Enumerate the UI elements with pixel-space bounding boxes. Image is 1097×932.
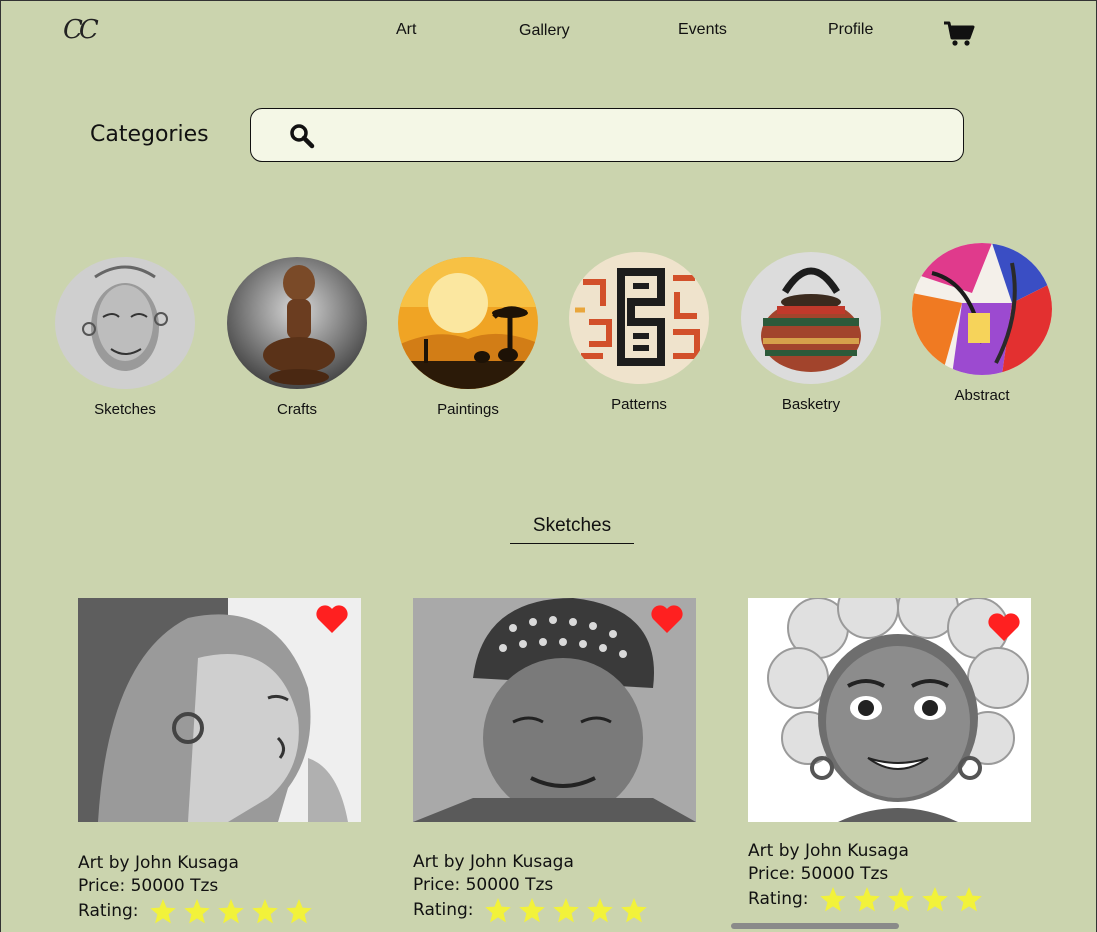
heart-icon[interactable] — [987, 612, 1021, 642]
rating-label: Rating: — [748, 888, 809, 909]
rating: Rating: — [78, 898, 361, 924]
category-image-abstract[interactable] — [912, 243, 1052, 375]
star-icon[interactable] — [183, 898, 211, 924]
category-image-crafts[interactable] — [227, 257, 367, 389]
star-icon[interactable] — [518, 897, 546, 923]
star-icon[interactable] — [552, 897, 580, 923]
artwork-image[interactable] — [78, 598, 361, 822]
category-abstract[interactable]: Abstract — [912, 243, 1052, 404]
artwork-card[interactable]: Art by John Kusaga Price: 50000 Tzs Rati… — [413, 598, 696, 923]
logo[interactable]: CC — [63, 15, 99, 45]
star-rating[interactable] — [819, 886, 983, 912]
search-bar[interactable] — [250, 108, 964, 162]
star-icon[interactable] — [853, 886, 881, 912]
category-label: Patterns — [611, 396, 667, 413]
star-rating[interactable] — [484, 897, 648, 923]
price: Price: 50000 Tzs — [413, 875, 554, 895]
category-paintings[interactable]: Paintings — [398, 257, 538, 418]
category-image-basketry[interactable] — [741, 252, 881, 384]
search-input[interactable] — [331, 119, 945, 151]
star-icon[interactable] — [921, 886, 949, 912]
heart-icon[interactable] — [650, 604, 684, 634]
star-icon[interactable] — [887, 886, 915, 912]
category-label: Abstract — [954, 387, 1010, 404]
star-icon[interactable] — [586, 897, 614, 923]
star-icon[interactable] — [955, 886, 983, 912]
categories-title: Categories — [90, 122, 209, 147]
star-icon[interactable] — [149, 898, 177, 924]
category-crafts[interactable]: Crafts — [227, 257, 367, 418]
star-icon[interactable] — [217, 898, 245, 924]
nav-gallery[interactable]: Gallery — [519, 22, 570, 40]
category-image-patterns[interactable] — [569, 252, 709, 384]
artist-name: Art by John Kusaga — [413, 852, 574, 872]
section-title: Sketches — [510, 515, 634, 544]
artist-name: Art by John Kusaga — [748, 841, 909, 861]
search-icon[interactable] — [289, 123, 315, 149]
artwork-image[interactable] — [748, 598, 1031, 822]
nav-events[interactable]: Events — [678, 21, 727, 39]
star-icon[interactable] — [819, 886, 847, 912]
nav-profile[interactable]: Profile — [828, 21, 873, 39]
rating-label: Rating: — [413, 899, 474, 920]
category-image-sketches[interactable] — [55, 257, 195, 389]
artwork-card[interactable]: Art by John Kusaga Price: 50000 Tzs Rati… — [748, 598, 1031, 912]
rating: Rating: — [748, 886, 1031, 912]
price: Price: 50000 Tzs — [748, 864, 889, 884]
horizontal-scrollbar[interactable] — [731, 923, 899, 929]
category-basketry[interactable]: Basketry — [741, 252, 881, 413]
cart-icon[interactable] — [943, 21, 975, 47]
star-icon[interactable] — [484, 897, 512, 923]
artwork-card[interactable]: Art by John Kusaga Price: 50000 Tzs Rati… — [78, 598, 361, 924]
artwork-image[interactable] — [413, 598, 696, 822]
star-rating[interactable] — [149, 898, 313, 924]
category-sketches[interactable]: Sketches — [55, 257, 195, 418]
category-label: Crafts — [276, 401, 317, 418]
heart-icon[interactable] — [315, 604, 349, 634]
category-label: Sketches — [94, 401, 156, 418]
category-label: Paintings — [437, 401, 499, 418]
category-label: Basketry — [781, 396, 841, 413]
price: Price: 50000 Tzs — [78, 876, 219, 896]
category-patterns[interactable]: Patterns — [569, 252, 709, 413]
star-icon[interactable] — [251, 898, 279, 924]
star-icon[interactable] — [285, 898, 313, 924]
category-image-paintings[interactable] — [398, 257, 538, 389]
artist-name: Art by John Kusaga — [78, 853, 239, 873]
nav-art[interactable]: Art — [396, 21, 416, 39]
rating: Rating: — [413, 897, 696, 923]
rating-label: Rating: — [78, 900, 139, 921]
star-icon[interactable] — [620, 897, 648, 923]
